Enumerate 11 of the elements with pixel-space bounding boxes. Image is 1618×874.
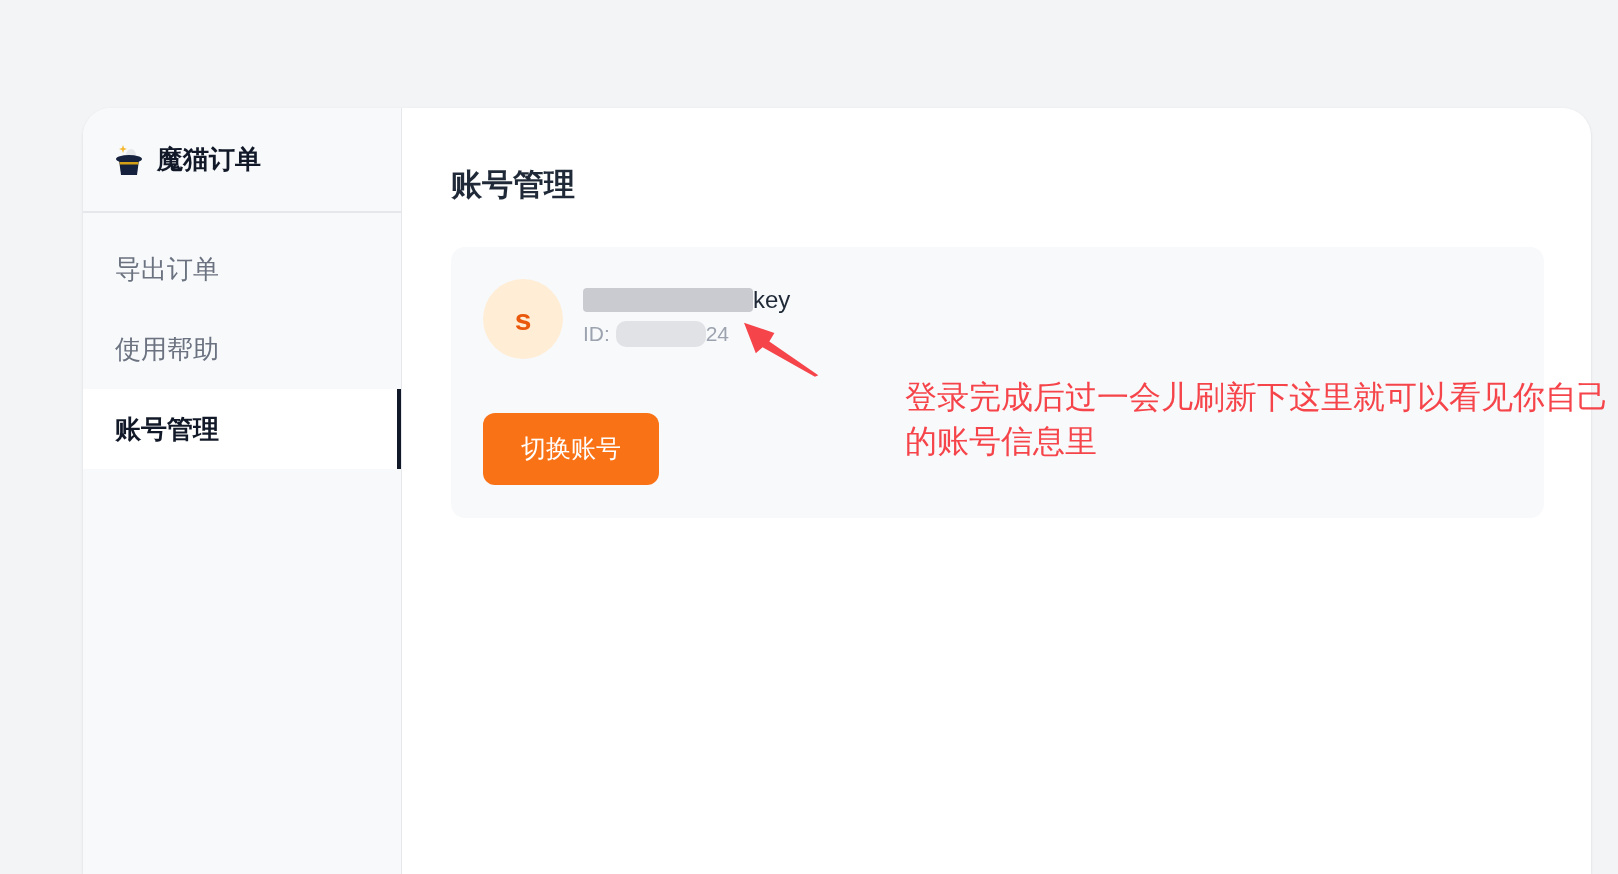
sidebar-item[interactable]: 导出订单 [83,229,401,309]
annotation-text: 登录完成后过一会儿刷新下这里就可以看见你自己的账号信息里 [905,378,1610,461]
account-id: 24 [705,321,730,348]
avatar: s [483,279,563,360]
page-title: 账号管理 [451,166,576,204]
app-title: 魔猫订单 [157,143,261,176]
switch-account-button[interactable]: 切换账号 [483,413,659,486]
sidebar-item[interactable]: 账号管理 [83,389,401,469]
account-id-label: ID: [583,321,611,348]
sidebar-item[interactable]: 使用帮助 [83,309,401,389]
account-name: key [753,288,791,313]
